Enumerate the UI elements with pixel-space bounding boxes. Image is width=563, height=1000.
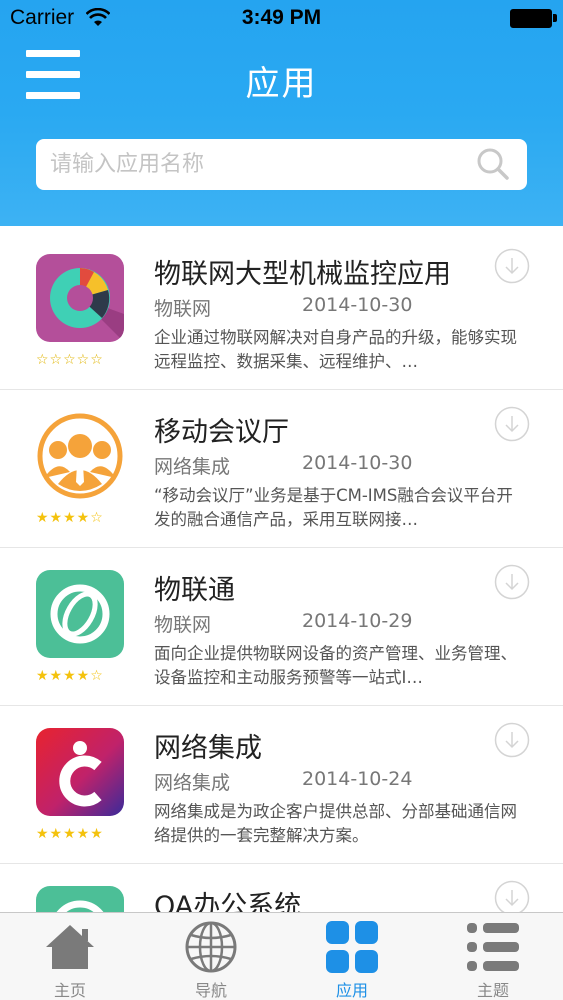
download-icon[interactable] [494,722,530,758]
app-date: 2014-10-30 [302,452,413,474]
app-category: 网络集成 [154,772,231,794]
tab-label: 应用 [335,981,368,1000]
tab-home[interactable]: 主页 [0,913,140,1000]
tab-apps[interactable]: 应用 [282,913,422,1000]
app-description: 网络集成是为政企客户提供总部、分部基础通信网络提供的一套完整解决方案。 [154,802,517,845]
rating-stars: ☆☆☆☆☆ [36,352,104,368]
app-name: 物联网大型机械监控应用 [154,259,451,290]
download-icon[interactable] [494,564,530,600]
download-icon[interactable] [494,248,530,284]
page-title: 应用 [245,64,318,104]
grid-icon [326,921,378,973]
search-box [36,139,527,190]
rating-stars: ★★★★☆ [36,668,104,684]
list-icon [467,923,519,971]
app-category: 网络集成 [154,456,231,478]
app-category: 物联网 [154,298,212,320]
network-integration-app-icon [36,728,124,816]
tab-bar: 主页 导航 应用 主题 [0,912,563,1000]
app-name: 网络集成 [154,733,262,764]
status-time: 3:49 PM [241,6,322,29]
app-description: 面向企业提供物联网设备的资产管理、业务管理、设备监控和主动服务预警等一站式I… [154,644,517,687]
globe-icon [185,921,237,973]
header: Carrier 3:49 PM 应用 [0,0,563,226]
app-date: 2014-10-30 [302,294,413,316]
app-name: 移动会议厅 [154,417,289,448]
app-list-item[interactable]: ★★★★☆ 物联通 物联网 2014-10-29 面向企业提供物联网设备的资产管… [0,548,563,706]
download-icon[interactable] [494,406,530,442]
tab-navigation[interactable]: 导航 [141,913,281,1000]
app-description: 企业通过物联网解决对自身产品的升级，能够实现远程监控、数据采集、远程维护、… [154,328,517,371]
app-list-item[interactable]: ☆☆☆☆☆ 物联网大型机械监控应用 物联网 2014-10-30 企业通过物联网… [0,232,563,390]
rating-stars: ★★★★☆ [36,510,104,526]
app-list: ☆☆☆☆☆ 物联网大型机械监控应用 物联网 2014-10-30 企业通过物联网… [0,232,563,1000]
app-date: 2014-10-24 [302,768,413,790]
app-name: 物联通 [154,575,235,606]
app-description: “移动会议厅”业务是基于CM-IMS融合会议平台开发的融合通信产品，采用互联网接… [154,486,513,529]
home-icon [46,925,94,969]
tab-label: 导航 [194,981,227,1000]
search-icon[interactable] [476,147,510,181]
search-input[interactable] [36,139,476,190]
tab-label: 主页 [53,981,86,1000]
app-list-item[interactable]: ★★★★★ 网络集成 网络集成 2014-10-24 网络集成是为政企客户提供总… [0,706,563,864]
app-date: 2014-10-29 [302,610,413,632]
machinery-monitor-app-icon [36,254,124,342]
tab-themes[interactable]: 主题 [423,913,563,1000]
tab-label: 主题 [476,981,509,1000]
conference-app-icon [36,412,124,500]
battery-tip [553,14,557,22]
battery-icon [510,9,552,28]
status-bar: Carrier 3:49 PM [0,0,563,40]
iot-link-app-icon [36,570,124,658]
rating-stars: ★★★★★ [36,826,104,842]
app-list-item[interactable]: ★★★★☆ 移动会议厅 网络集成 2014-10-30 “移动会议厅”业务是基于… [0,390,563,548]
app-category: 物联网 [154,614,212,636]
download-icon[interactable] [494,880,530,916]
